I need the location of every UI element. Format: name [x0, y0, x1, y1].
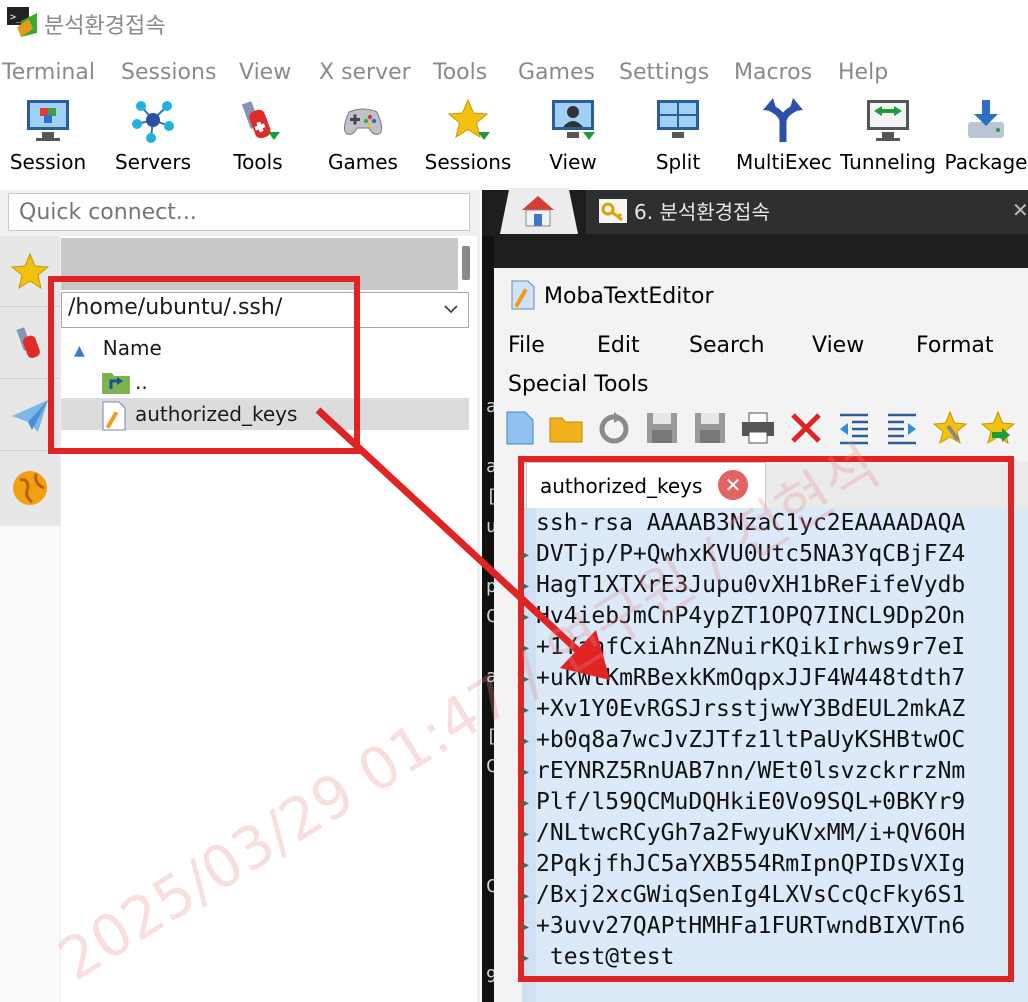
wrap-arrow-icon: ▸	[522, 640, 530, 656]
star-icon	[10, 252, 50, 290]
tab-home[interactable]	[500, 188, 578, 234]
tab-session-label: 6. 분석환경접속	[634, 200, 770, 224]
chevron-down-icon[interactable]	[442, 300, 460, 318]
package-download-icon	[968, 100, 1004, 138]
wrap-arrow-icon: ▸	[522, 578, 530, 594]
globe-icon	[13, 471, 47, 505]
editor-menu-file[interactable]: File	[508, 333, 545, 358]
outdent-icon[interactable]	[836, 410, 872, 446]
sessions-button[interactable]: Sessions	[424, 92, 512, 184]
menu-settings[interactable]: Settings	[619, 60, 709, 85]
menu-view[interactable]: View	[239, 60, 291, 85]
editor-menu-special-tools[interactable]: Special Tools	[508, 372, 648, 397]
view-button[interactable]: View	[540, 92, 606, 184]
save-as-icon[interactable]	[692, 410, 728, 446]
editor-menu-view[interactable]: View	[812, 333, 864, 358]
menu-sessions[interactable]: Sessions	[121, 60, 216, 85]
menu-macros[interactable]: Macros	[734, 60, 812, 85]
swiss-knife-icon	[16, 327, 40, 358]
save-icon[interactable]	[644, 410, 680, 446]
wrap-arrow-icon: ▸	[522, 547, 530, 563]
split-window-icon	[657, 100, 699, 138]
menu-bar: Terminal Sessions View X server Tools Ga…	[0, 56, 1028, 92]
wrap-arrow-icon: ▸	[522, 888, 530, 904]
games-button[interactable]: Games	[326, 92, 400, 184]
bookmark-star-icon[interactable]	[932, 410, 968, 446]
wrap-arrow-icon: ▸	[522, 702, 530, 718]
app-logo-icon: >_	[7, 7, 37, 37]
new-file-icon[interactable]	[502, 410, 536, 446]
menu-x-server[interactable]: X server	[319, 60, 411, 85]
editor-menu-search[interactable]: Search	[689, 333, 765, 358]
wrap-arrow-icon: ▸	[522, 826, 530, 842]
editor-title: MobaTextEditor	[544, 284, 714, 309]
paper-plane-icon	[12, 400, 48, 432]
wrap-arrow-icon: ▸	[522, 950, 530, 966]
editor-menu-edit[interactable]: Edit	[597, 333, 640, 358]
text-file-icon	[511, 280, 535, 310]
wrap-arrow-icon: ▸	[522, 857, 530, 873]
window-title: 분석환경접속	[44, 14, 166, 39]
delete-icon[interactable]	[788, 410, 824, 446]
open-folder-icon[interactable]	[548, 410, 584, 446]
menu-help[interactable]: Help	[838, 60, 888, 85]
tools-button[interactable]: Tools	[222, 92, 294, 184]
wrap-arrow-icon: ▸	[522, 733, 530, 749]
menu-games[interactable]: Games	[518, 60, 595, 85]
scrollbar-thumb[interactable]	[462, 246, 470, 280]
wrap-arrow-icon: ▸	[522, 764, 530, 780]
wrap-arrow-icon: ▸	[522, 671, 530, 687]
monitor-cubes-icon	[27, 100, 69, 141]
wrap-arrow-icon: ▸	[522, 609, 530, 625]
user-monitor-icon	[552, 100, 595, 140]
package-button[interactable]: Package	[944, 92, 1028, 184]
toolbar: Session Servers Tools Games Sessions Vie…	[0, 92, 1028, 190]
split-button[interactable]: Split	[648, 92, 708, 184]
servers-button[interactable]: Servers	[112, 92, 194, 184]
key-icon	[599, 199, 627, 223]
fork-icon	[763, 98, 803, 142]
close-icon[interactable]: ✕	[1012, 198, 1028, 222]
home-icon	[522, 196, 554, 227]
wrap-arrow-icon: ▸	[522, 795, 530, 811]
tunneling-button[interactable]: Tunneling	[838, 92, 938, 184]
gamepad-icon	[343, 108, 383, 135]
multiexec-button[interactable]: MultiExec	[736, 92, 832, 184]
menu-tools[interactable]: Tools	[433, 60, 487, 85]
editor-toolbar	[500, 408, 1028, 450]
sidebar-empty-area	[0, 526, 60, 1002]
reload-icon[interactable]	[596, 410, 632, 446]
quick-connect-input[interactable]	[8, 193, 470, 231]
star-icon	[447, 98, 490, 140]
network-nodes-icon	[132, 101, 174, 143]
highlight-box-file-browser	[48, 276, 360, 454]
swiss-knife-icon	[241, 101, 280, 140]
editor-menu-format[interactable]: Format	[916, 333, 994, 358]
session-button[interactable]: Session	[6, 92, 90, 184]
tunnel-monitor-icon	[867, 100, 909, 141]
indent-icon[interactable]	[884, 410, 920, 446]
sidebar-tab-macros[interactable]	[0, 452, 60, 522]
menu-terminal[interactable]: Terminal	[2, 60, 95, 85]
highlight-box-editor	[518, 456, 1014, 982]
print-icon[interactable]	[740, 410, 776, 446]
next-bookmark-icon[interactable]	[980, 410, 1016, 446]
wrap-arrow-icon: ▸	[522, 919, 530, 935]
